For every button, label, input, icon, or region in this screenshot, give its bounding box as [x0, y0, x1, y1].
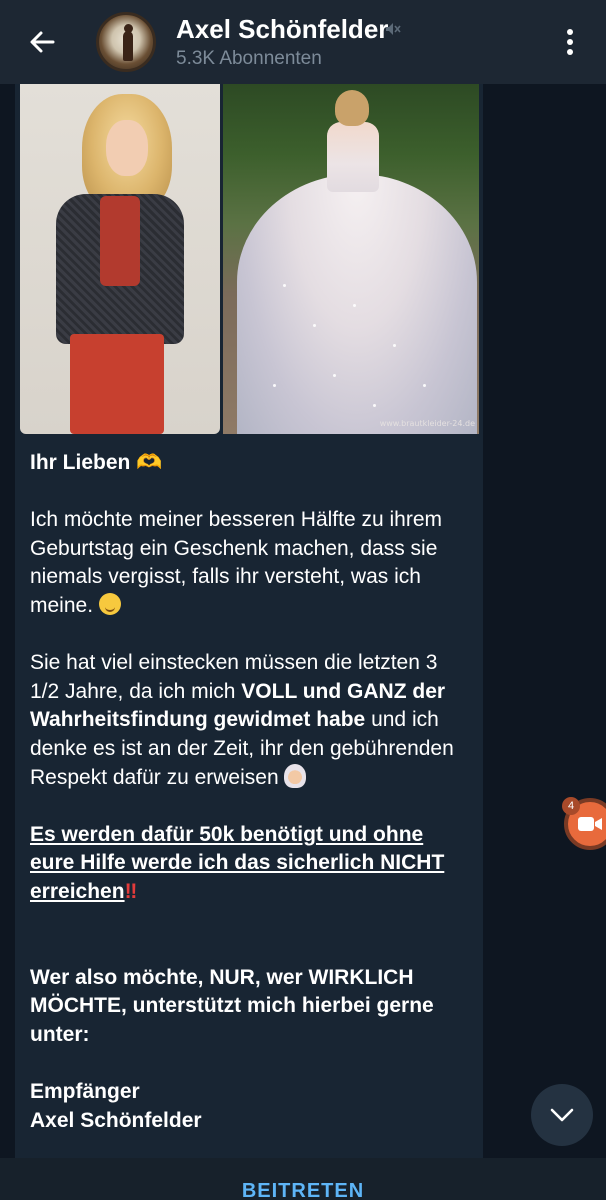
sparkle: [353, 304, 356, 307]
sparkle: [273, 384, 276, 387]
subscriber-count: 5.3K Abonnenten: [176, 48, 322, 69]
recipient-name: Axel Schönfelder: [30, 1108, 202, 1132]
more-menu-button[interactable]: [552, 22, 588, 62]
greeting-line: Ihr Lieben 🫶: [30, 448, 470, 478]
video-chat-badge: 4: [562, 797, 580, 815]
sparkle: [423, 384, 426, 387]
photo-wedding-dress[interactable]: www.brautkleider-24.de: [223, 84, 479, 434]
bride-emoji-icon: [284, 763, 307, 788]
speaker-muted-icon: [386, 23, 401, 35]
photo-woman-in-jacket[interactable]: [20, 84, 220, 434]
sparkle: [373, 404, 376, 407]
channel-title[interactable]: Axel Schönfelder: [176, 14, 388, 45]
greeting-text: Ihr Lieben: [30, 451, 131, 474]
paragraph-3-underlined: Es werden dafür 50k benötigt und ohne eu…: [30, 822, 445, 903]
more-vertical-icon: [567, 29, 573, 55]
photo-red-top: [100, 196, 140, 286]
photo-bride-hair: [335, 90, 369, 126]
paragraph-3: Es werden dafür 50k benötigt und ohne eu…: [30, 821, 470, 907]
channel-header: Axel Schönfelder 5.3K Abonnenten: [0, 0, 606, 84]
sparkle: [333, 374, 336, 377]
paragraph-1-text: Ich möchte meiner besseren Hälfte zu ihr…: [30, 508, 443, 617]
photo-face: [106, 120, 148, 176]
message-text: Ihr Lieben 🫶 Ich möchte meiner besseren …: [30, 448, 470, 1135]
avatar-figure-body: [123, 31, 133, 61]
sparkle: [313, 324, 316, 327]
sparkle: [283, 284, 286, 287]
paragraph-2: Sie hat viel einstecken müssen die letzt…: [30, 649, 470, 792]
photo-red-skirt: [70, 334, 164, 434]
paragraph-4-text: Wer also möchte, NUR, wer WIRKLICH MÖCHT…: [30, 965, 434, 1046]
video-camera-icon: [578, 817, 602, 831]
heart-hands-emoji-icon: 🫶: [136, 450, 163, 474]
join-channel-button[interactable]: BEITRETEN: [240, 1180, 366, 1200]
photo-watermark: www.brautkleider-24.de: [379, 419, 475, 428]
scroll-down-button[interactable]: [531, 1084, 593, 1146]
double-exclamation-icon: ‼: [124, 879, 138, 903]
recipient-label: Empfänger: [30, 1080, 140, 1104]
back-button[interactable]: [22, 22, 62, 62]
sparkle: [393, 344, 396, 347]
photo-dress-bodice: [327, 122, 379, 192]
smiling-face-emoji-icon: [98, 592, 121, 615]
arrow-left-icon: [30, 31, 55, 53]
photo-dress-skirt: [237, 174, 477, 434]
paragraph-1: Ich möchte meiner besseren Hälfte zu ihr…: [30, 506, 470, 620]
message-bubble: www.brautkleider-24.de Ihr Lieben 🫶 Ich …: [15, 84, 483, 1164]
chevron-down-icon: [550, 1108, 574, 1122]
channel-avatar[interactable]: [96, 12, 156, 72]
paragraph-4: Wer also möchte, NUR, wer WIRKLICH MÖCHT…: [30, 964, 470, 1050]
